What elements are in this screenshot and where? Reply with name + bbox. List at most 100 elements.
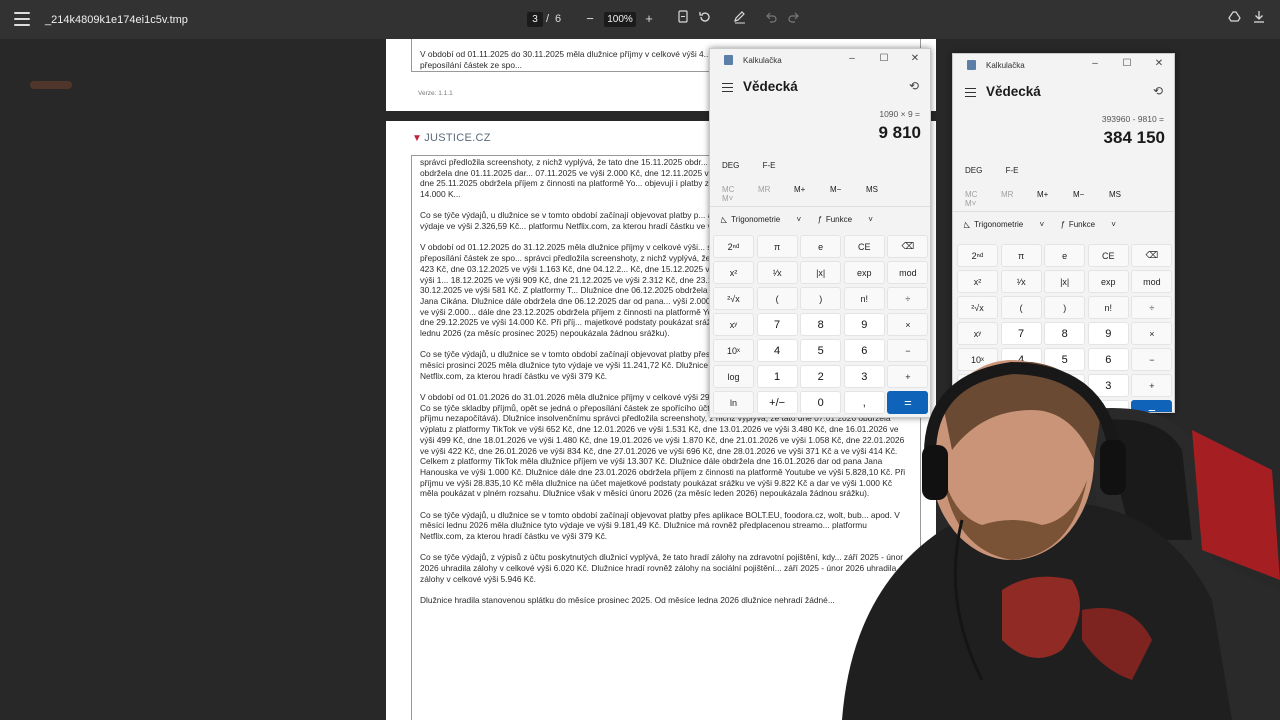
trigonometry-dropdown[interactable]: ◺ Trigonometrie ˅ [964,220,1044,229]
angle-row: DEG F-E [722,161,796,170]
divide-key[interactable]: ÷ [887,287,929,310]
close-paren-key[interactable]: ) [1044,296,1086,319]
ten-power-key[interactable]: 10ˣ [713,339,754,362]
maximize-button[interactable]: ☐ [876,52,892,66]
reciprocal-key[interactable]: ¹⁄x [756,261,798,284]
zoom-level[interactable]: 100% [604,12,636,27]
trigonometry-label: Trigonometrie [731,215,781,224]
second-function-key[interactable]: 2ⁿᵈ [957,244,998,267]
square-root-key[interactable]: ²√x [957,296,998,319]
memory-add-button[interactable]: M+ [1037,190,1073,199]
square-key[interactable]: x² [957,270,998,293]
close-paren-key[interactable]: ) [800,287,842,310]
memory-list-button[interactable]: M˅ [722,194,758,203]
divider [710,206,930,207]
absolute-key[interactable]: |x| [1044,270,1086,293]
download-icon[interactable] [1250,10,1268,28]
absolute-key[interactable]: |x| [800,261,842,284]
mod-key[interactable]: mod [887,261,929,284]
digit-9-key[interactable]: 9 [843,313,885,336]
backspace-key[interactable]: ⌫ [1131,244,1173,267]
divide-key[interactable]: ÷ [1131,296,1173,319]
function-label: Funkce [825,215,853,224]
function-dropdown[interactable]: ƒ Funkce ˅ [1060,220,1116,229]
zoom-in-button[interactable]: + [640,10,658,28]
undo-icon[interactable] [762,10,780,28]
second-function-key[interactable]: 2ⁿᵈ [713,235,754,258]
fit-page-icon[interactable] [674,10,692,28]
memory-recall-button[interactable]: MR [758,185,794,194]
annotate-icon[interactable] [731,10,749,28]
pi-key[interactable]: π [756,235,798,258]
zoom-out-button[interactable]: − [581,10,599,28]
backspace-key[interactable]: ⌫ [887,235,929,258]
minimize-button[interactable]: – [844,52,860,66]
digit-1-key[interactable]: 1 [756,365,798,388]
memory-row: MC MR M+ M− MS M˅ [722,185,922,203]
factorial-key[interactable]: n! [1087,296,1129,319]
streamer-image [842,360,1280,720]
fe-toggle[interactable]: F-E [763,161,776,170]
calculator-icon [724,55,733,65]
memory-store-button[interactable]: MS [1109,190,1145,199]
function-dropdown[interactable]: ƒ Funkce ˅ [817,215,873,224]
divider [953,211,1174,212]
open-paren-key[interactable]: ( [756,287,798,310]
rotate-icon[interactable] [696,10,714,28]
minimize-button[interactable]: – [1087,57,1103,71]
power-key[interactable]: xʸ [713,313,754,336]
screen: _214k4809k1e174ei1c5v.tmp 3 / 6 − 100% + [0,0,1280,720]
redo-icon[interactable] [785,10,803,28]
window-title: Kalkulačka [986,61,1025,70]
digit-7-key[interactable]: 7 [756,313,798,336]
page-separator: / [546,13,550,25]
ln-key[interactable]: ln [713,391,754,414]
memory-row: MC MR M+ M− MS M˅ [965,190,1165,208]
clear-entry-key[interactable]: CE [843,235,885,258]
mod-key[interactable]: mod [1131,270,1173,293]
close-button[interactable]: ✕ [1151,57,1167,71]
navigation-menu-icon[interactable] [965,88,976,97]
close-button[interactable]: ✕ [907,52,923,66]
exp-key[interactable]: exp [1087,270,1129,293]
pi-key[interactable]: π [1000,244,1042,267]
deg-toggle[interactable]: DEG [965,166,982,175]
exp-key[interactable]: exp [843,261,885,284]
title-bar: Kalkulačka – ☐ ✕ [953,54,1174,76]
maximize-button[interactable]: ☐ [1119,57,1135,71]
deg-toggle[interactable]: DEG [722,161,739,170]
navigation-menu-icon[interactable] [722,83,733,92]
reciprocal-key[interactable]: ¹⁄x [1000,270,1042,293]
memory-store-button[interactable]: MS [866,185,902,194]
clear-entry-key[interactable]: CE [1087,244,1129,267]
trigonometry-dropdown[interactable]: ◺ Trigonometrie ˅ [721,215,801,224]
digit-8-key[interactable]: 8 [800,313,842,336]
memory-list-button[interactable]: M˅ [965,199,1001,208]
euler-key[interactable]: e [1044,244,1086,267]
result-display: 384 150 [1103,128,1165,147]
function-label: Funkce [1068,220,1096,229]
page-number-input[interactable]: 3 [527,12,543,27]
fe-toggle[interactable]: F-E [1006,166,1019,175]
multiply-key[interactable]: × [887,313,929,336]
log-key[interactable]: log [713,365,754,388]
menu-icon[interactable] [14,12,30,26]
memory-subtract-button[interactable]: M− [1073,190,1109,199]
negate-key[interactable]: +/− [756,391,798,414]
memory-clear-button[interactable]: MC [722,185,758,194]
euler-key[interactable]: e [800,235,842,258]
triangle-icon: ◺ [721,215,728,224]
open-paren-key[interactable]: ( [1000,296,1042,319]
square-key[interactable]: x² [713,261,754,284]
drive-upload-icon[interactable] [1225,10,1243,28]
history-icon[interactable]: ⟲ [906,79,922,95]
memory-add-button[interactable]: M+ [794,185,830,194]
function-icon: ƒ [817,215,822,224]
digit-4-key[interactable]: 4 [756,339,798,362]
square-root-key[interactable]: ²√x [713,287,754,310]
memory-subtract-button[interactable]: M− [830,185,866,194]
memory-recall-button[interactable]: MR [1001,190,1037,199]
memory-clear-button[interactable]: MC [965,190,1001,199]
factorial-key[interactable]: n! [843,287,885,310]
history-icon[interactable]: ⟲ [1150,84,1166,100]
